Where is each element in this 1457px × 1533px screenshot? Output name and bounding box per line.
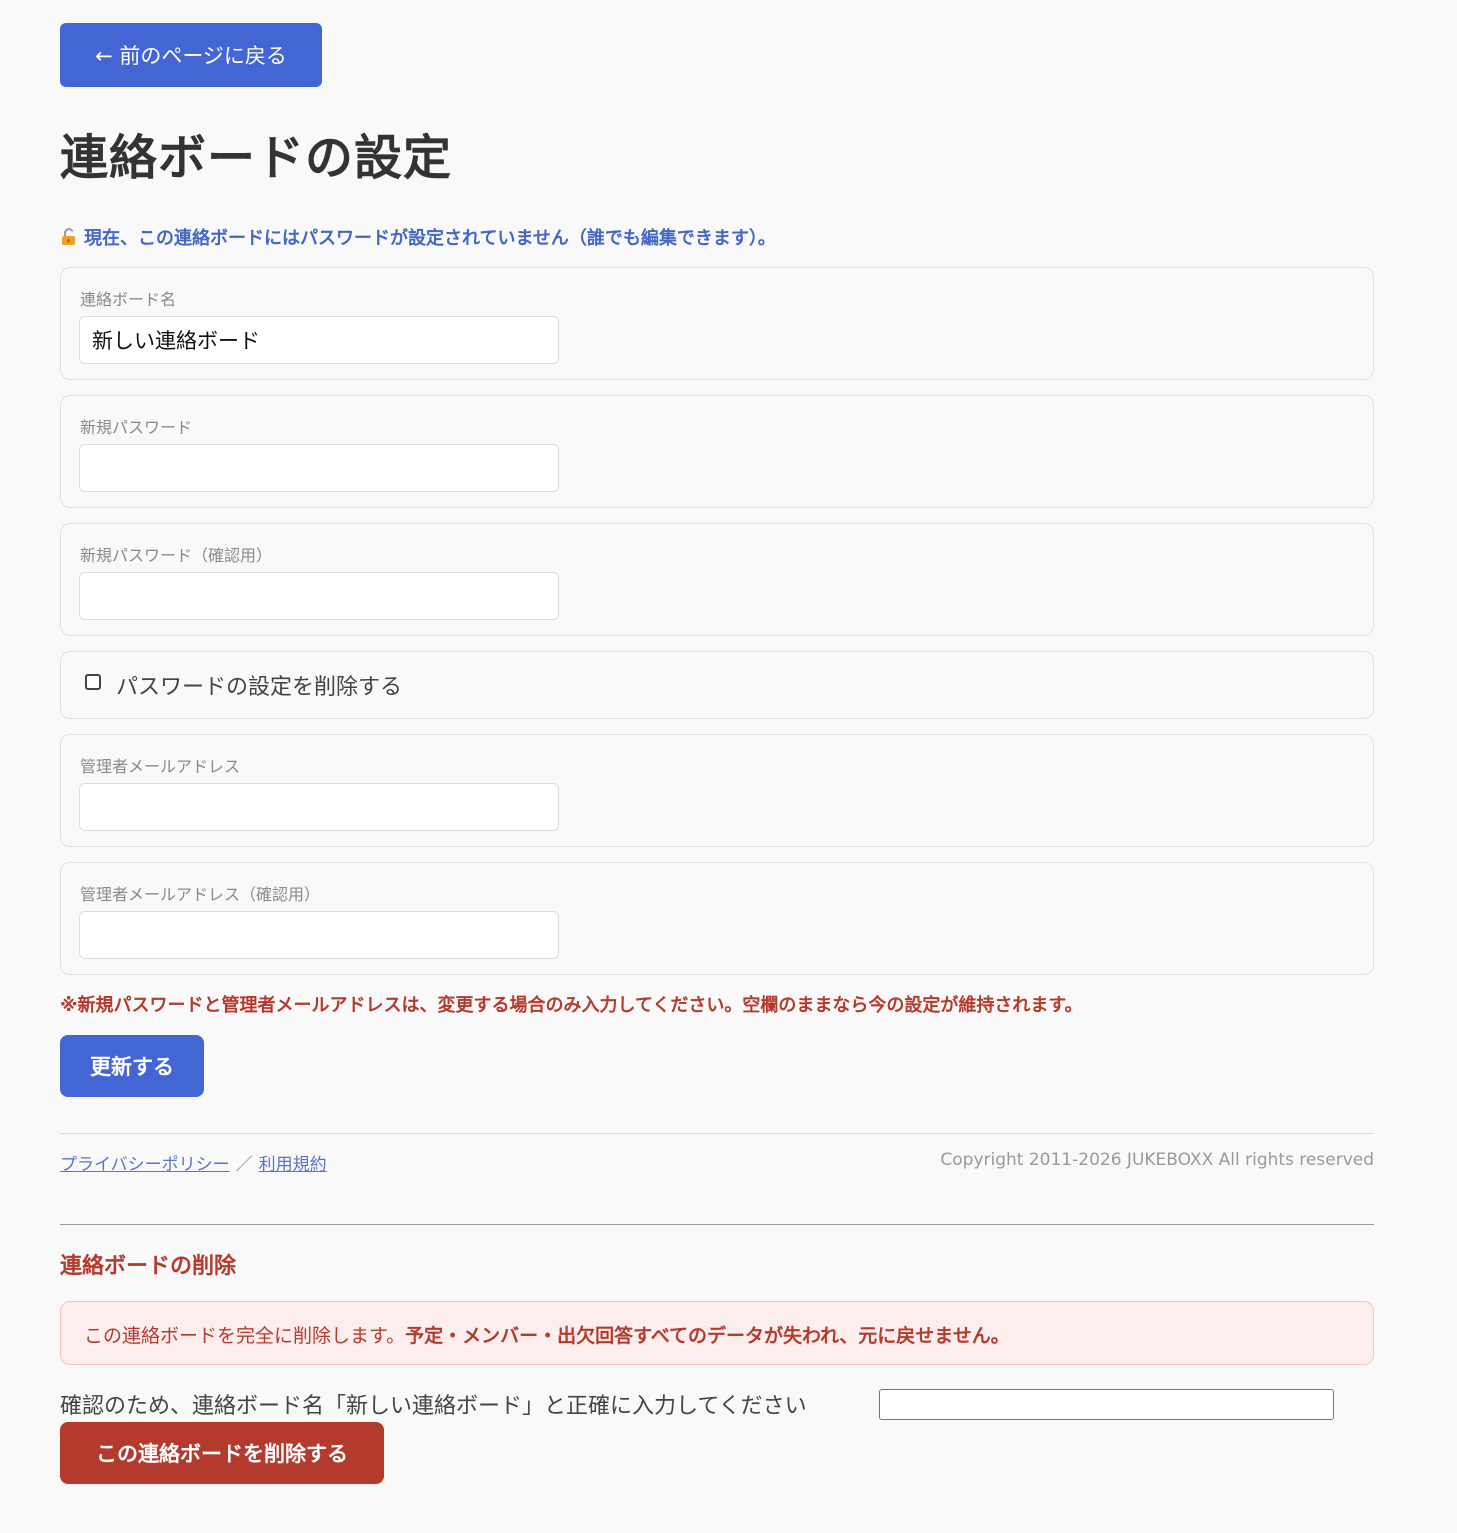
board-name-card: 連絡ボード名	[60, 267, 1374, 380]
new-password-input[interactable]	[79, 444, 559, 492]
admin-email-confirm-label: 管理者メールアドレス（確認用）	[80, 885, 321, 904]
board-name-input[interactable]	[79, 316, 559, 364]
delete-warning-box: この連絡ボードを完全に削除します。予定・メンバー・出欠回答すべてのデータが失われ…	[60, 1301, 1374, 1365]
copyright-text: Copyright 2011-2026 JUKEBOXX All rights …	[940, 1150, 1374, 1170]
remove-password-checkbox[interactable]	[85, 674, 101, 690]
new-password-label: 新規パスワード	[80, 418, 193, 437]
page-title: 連絡ボードの設定	[60, 130, 453, 186]
remove-password-card[interactable]: パスワードの設定を削除する	[60, 651, 1374, 719]
board-name-label: 連絡ボード名	[80, 290, 177, 309]
new-password-confirm-input[interactable]	[79, 572, 559, 620]
delete-section-divider	[60, 1224, 1374, 1225]
privacy-policy-link[interactable]: プライバシーポリシー	[60, 1155, 230, 1175]
delete-board-button[interactable]: この連絡ボードを削除する	[60, 1422, 384, 1484]
footer-links: プライバシーポリシー／ 利用規約	[60, 1150, 327, 1175]
new-password-confirm-card: 新規パスワード（確認用）	[60, 523, 1374, 636]
admin-email-label: 管理者メールアドレス	[80, 757, 241, 776]
delete-warning-bold: 予定・メンバー・出欠回答すべてのデータが失われ、元に戻せません。	[405, 1325, 1010, 1347]
password-status-notice: 現在、この連絡ボードにはパスワードが設定されていません（誰でも編集できます）。	[60, 224, 776, 250]
new-password-confirm-label: 新規パスワード（確認用）	[80, 546, 273, 565]
unlocked-padlock-icon	[62, 228, 75, 245]
terms-link[interactable]: 利用規約	[259, 1155, 327, 1175]
admin-email-confirm-input[interactable]	[79, 911, 559, 959]
delete-confirm-label: 確認のため、連絡ボード名「新しい連絡ボード」と正確に入力してください	[60, 1394, 807, 1419]
delete-section-title: 連絡ボードの削除	[60, 1254, 237, 1279]
footer-divider	[60, 1133, 1374, 1134]
new-password-card: 新規パスワード	[60, 395, 1374, 508]
admin-email-card: 管理者メールアドレス	[60, 734, 1374, 847]
back-button[interactable]: ← 前のページに戻る	[60, 23, 322, 87]
admin-email-confirm-card: 管理者メールアドレス（確認用）	[60, 862, 1374, 975]
delete-warning-plain: この連絡ボードを完全に削除します。	[84, 1325, 406, 1347]
footer-separator: ／	[235, 1155, 253, 1175]
notice-text: 現在、この連絡ボードにはパスワードが設定されていません（誰でも編集できます）。	[84, 228, 776, 249]
update-button[interactable]: 更新する	[60, 1035, 204, 1097]
remove-password-label[interactable]: パスワードの設定を削除する	[116, 669, 402, 701]
delete-confirm-input[interactable]	[879, 1389, 1334, 1420]
admin-email-input[interactable]	[79, 783, 559, 831]
form-note: ※新規パスワードと管理者メールアドレスは、変更する場合のみ入力してください。空欄…	[60, 995, 1083, 1016]
delete-warning-text: この連絡ボードを完全に削除します。予定・メンバー・出欠回答すべてのデータが失われ…	[84, 1321, 1010, 1348]
